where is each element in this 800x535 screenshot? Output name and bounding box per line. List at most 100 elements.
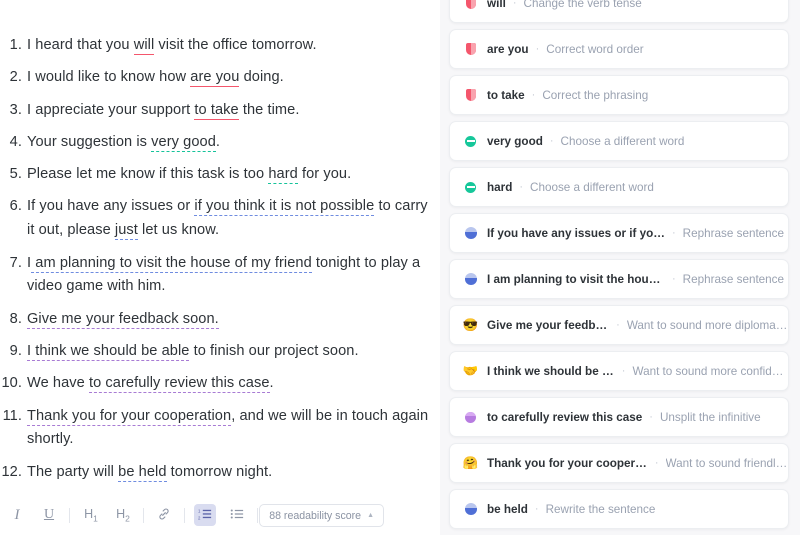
underline-icon: U	[43, 507, 55, 522]
suggestion-card[interactable]: 🤗 Thank you for your cooperat… · Want to so…	[449, 443, 789, 483]
shield-red-icon	[463, 42, 478, 57]
suggestion-card[interactable]: be held · Rewrite the sentence	[449, 489, 789, 529]
suggestion-card[interactable]: If you have any issues or if you thi… · Re…	[449, 213, 789, 253]
suggestion-card[interactable]: I am planning to visit the house of… · Rep…	[449, 259, 789, 299]
suggestion-fragment: Thank you for your cooperat…	[487, 456, 648, 470]
document-sentence[interactable]: 10. We have to carefully review this case…	[0, 372, 432, 396]
h2-icon: H2	[116, 506, 130, 524]
annotated-span-purple[interactable]: Thank you for your cooperation	[27, 407, 232, 426]
list-number: 8.	[9, 310, 22, 327]
hugging-emoji-icon: 🤗	[462, 455, 479, 470]
suggestion-action: Change the verb tense	[523, 0, 642, 10]
list-number: 11.	[2, 407, 22, 424]
sentence-text: I appreciate your support to take the ti…	[27, 99, 432, 123]
suggestion-card[interactable]: to carefully review this case · Unsplit th…	[449, 397, 789, 437]
plain-span: The party will	[27, 463, 119, 480]
suggestions-pane[interactable]: will · Change the verb tense are you · Correc…	[440, 0, 800, 535]
document-sentence[interactable]: 9. I think we should be able to finish ou…	[0, 340, 432, 364]
plain-span: I heard that you	[27, 37, 134, 53]
document-sentence[interactable]: 7. I am planning to visit the house of my…	[0, 252, 432, 300]
suggestion-card[interactable]: 🤝 I think we should be a… · Want to sound m…	[449, 351, 789, 391]
ordered-list-icon: 1 2	[198, 507, 212, 524]
separator-dot: ·	[519, 181, 523, 193]
sync-green-icon	[463, 134, 478, 149]
shield-red-icon	[463, 88, 478, 103]
document-sentence[interactable]: 2. I would like to know how are you doing…	[0, 66, 432, 90]
readability-score-button[interactable]: 88 readability score ▲	[259, 504, 384, 527]
annotated-span-blue[interactable]: am planning to visit the house of my fri…	[31, 254, 312, 273]
sentence-text: Thank you for your cooperation, and we w…	[27, 405, 432, 453]
bullet-list-button[interactable]	[226, 504, 248, 526]
formatting-toolbar[interactable]: I U H1 H2 1 2 88 readability score ▲	[0, 495, 440, 535]
suggestion-action: Want to sound more diplomatic?	[626, 318, 788, 332]
document-sentence[interactable]: 1. I heard that you will visit the office…	[0, 34, 432, 58]
document-sentence-list[interactable]: 1. I heard that you will visit the office…	[0, 34, 432, 493]
suggestion-card[interactable]: to take · Correct the phrasing	[449, 75, 789, 115]
svg-text:2: 2	[198, 515, 201, 520]
suggestion-action: Rewrite the sentence	[545, 502, 656, 516]
suggestion-fragment: hard	[487, 180, 513, 194]
suggestion-fragment: very good	[487, 134, 543, 148]
suggestion-fragment: If you have any issues or if you thi…	[487, 226, 665, 240]
suggestion-action: Unsplit the infinitive	[659, 410, 761, 424]
sentence-text: The party will be held tomorrow night.	[27, 461, 432, 485]
toolbar-group-headings: H1 H2	[74, 504, 139, 526]
document-sentence[interactable]: 4. Your suggestion is very good.	[0, 131, 432, 155]
document-editor-pane[interactable]: 1. I heard that you will visit the office…	[0, 0, 440, 535]
heading-1-button[interactable]: H1	[80, 504, 102, 526]
document-sentence[interactable]: 6. If you have any issues or if you think…	[0, 195, 432, 243]
bubble-blue-icon	[463, 272, 478, 287]
italic-icon: I	[14, 506, 20, 523]
suggestion-card[interactable]: hard · Choose a different word	[449, 167, 789, 207]
document-sentence[interactable]: 12. The party will be held tomorrow night…	[0, 461, 432, 485]
annotated-span-purple[interactable]: to carefully review this case	[88, 375, 270, 394]
plain-span: to finish our project soon.	[189, 342, 359, 359]
annotated-span-red[interactable]: to take	[194, 101, 239, 120]
suggestion-fragment: will	[487, 0, 506, 10]
italic-button[interactable]: I	[6, 504, 28, 526]
annotated-span-blue[interactable]: if you think it is not possible	[194, 198, 375, 217]
insert-link-button[interactable]	[153, 504, 175, 526]
annotated-span-blue[interactable]: just	[114, 222, 138, 241]
svg-text:1: 1	[198, 508, 201, 513]
document-sentence[interactable]: 3. I appreciate your support to take the …	[0, 99, 432, 123]
sentence-text: Give me your feedback soon.	[27, 308, 432, 332]
document-sentence[interactable]: 11. Thank you for your cooperation, and w…	[0, 405, 432, 453]
annotated-span-red[interactable]: will	[133, 37, 155, 55]
plain-span: Your suggestion is	[27, 133, 152, 150]
annotated-span-purple[interactable]: I think we should be able	[27, 342, 190, 361]
plain-span: I appreciate your support	[27, 101, 195, 118]
toolbar-divider-3	[184, 507, 185, 523]
plain-span: let us know.	[137, 222, 220, 239]
bubble-blue-icon	[463, 226, 478, 241]
toolbar-divider-4	[257, 507, 258, 523]
plain-span: tomorrow night.	[166, 463, 273, 480]
suggestion-action: Correct word order	[546, 42, 644, 56]
sentence-text: If you have any issues or if you think i…	[27, 195, 432, 243]
suggestion-action: Want to sound friendlier?	[665, 456, 788, 470]
annotated-span-purple[interactable]: Give me your feedback soon.	[27, 310, 219, 329]
separator-dot: ·	[649, 411, 653, 423]
heading-2-button[interactable]: H2	[112, 504, 134, 526]
readability-score-label: 88 readability score	[269, 509, 362, 522]
sync-green-icon	[463, 180, 478, 195]
underline-button[interactable]: U	[38, 504, 60, 526]
link-icon	[157, 507, 171, 524]
separator-dot: ·	[616, 319, 620, 331]
annotated-span-red[interactable]: are you	[190, 69, 240, 88]
suggestion-card[interactable]: are you · Correct word order	[449, 29, 789, 69]
app-root: 1. I heard that you will visit the office…	[0, 0, 800, 535]
ordered-list-button[interactable]: 1 2	[194, 504, 216, 526]
suggestion-card[interactable]: will · Change the verb tense	[449, 0, 789, 23]
annotated-span-blue[interactable]: be held	[118, 463, 167, 482]
document-sentence[interactable]: 5. Please let me know if this task is too…	[0, 163, 432, 187]
bubble-blue-icon	[463, 502, 478, 517]
suggestion-card[interactable]: very good · Choose a different word	[449, 121, 789, 161]
document-sentence[interactable]: 8. Give me your feedback soon.	[0, 308, 432, 332]
list-number: 7.	[9, 254, 22, 271]
annotated-span-green[interactable]: very good	[151, 133, 216, 152]
suggestion-action: Choose a different word	[560, 134, 685, 148]
suggestion-fragment: I am planning to visit the house of…	[487, 272, 665, 286]
suggestion-card[interactable]: 😎 Give me your feedba… · Want to sound more…	[449, 305, 789, 345]
annotated-span-green[interactable]: hard	[268, 166, 298, 185]
